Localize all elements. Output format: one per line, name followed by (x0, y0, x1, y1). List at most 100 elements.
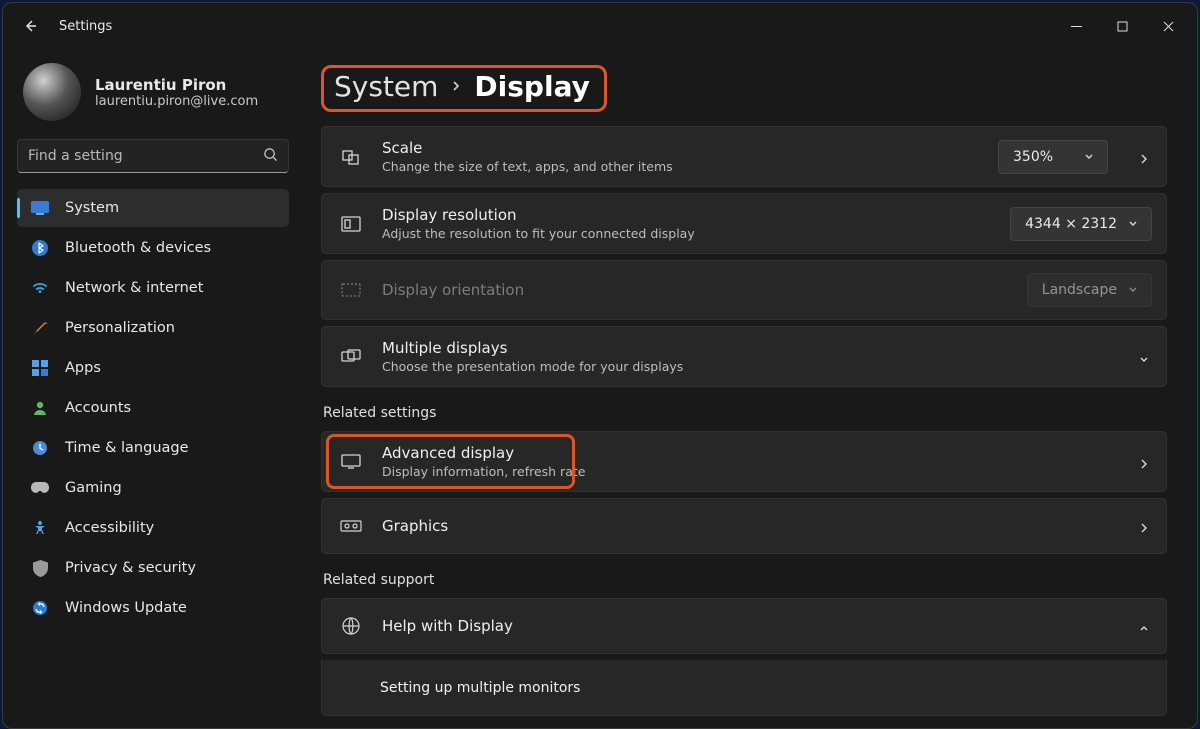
shield-icon (31, 559, 49, 577)
sidebar: Laurentiu Piron laurentiu.piron@live.com… (3, 49, 303, 728)
nav-item-accounts[interactable]: Accounts (17, 389, 289, 427)
card-title: Help with Display (382, 617, 1118, 635)
person-icon (31, 399, 49, 417)
chevron-down-icon (1083, 150, 1097, 164)
apps-icon (31, 359, 49, 377)
select-value: Landscape (1042, 282, 1117, 298)
multiple-displays-icon (340, 349, 362, 365)
chevron-right-icon (450, 77, 462, 96)
minimize-button[interactable] (1053, 10, 1099, 42)
help-subitem-label: Setting up multiple monitors (380, 680, 1152, 696)
arrow-left-icon (23, 18, 39, 34)
nav-item-accessibility[interactable]: Accessibility (17, 509, 289, 547)
profile-block[interactable]: Laurentiu Piron laurentiu.piron@live.com (17, 59, 289, 129)
nav-item-apps[interactable]: Apps (17, 349, 289, 387)
nav-item-label: Time & language (65, 440, 189, 456)
card-desc: Change the size of text, apps, and other… (382, 159, 978, 174)
profile-name: Laurentiu Piron (95, 76, 258, 94)
card-scale[interactable]: Scale Change the size of text, apps, and… (321, 126, 1167, 187)
help-subitem[interactable]: Setting up multiple monitors (321, 660, 1167, 716)
orientation-select: Landscape (1027, 273, 1152, 307)
close-icon (1163, 21, 1174, 32)
nav-item-label: Gaming (65, 480, 122, 496)
gamepad-icon (31, 479, 49, 497)
nav-item-windows-update[interactable]: Windows Update (17, 589, 289, 627)
maximize-button[interactable] (1099, 10, 1145, 42)
card-orientation: Display orientation Landscape (321, 260, 1167, 320)
titlebar: Settings (3, 3, 1197, 49)
section-related-settings: Related settings (323, 405, 1167, 421)
select-value: 4344 × 2312 (1025, 216, 1117, 232)
nav-item-time-language[interactable]: Time & language (17, 429, 289, 467)
breadcrumb: System Display (321, 49, 1167, 126)
nav-item-gaming[interactable]: Gaming (17, 469, 289, 507)
minimize-icon (1071, 21, 1082, 32)
card-multiple-displays[interactable]: Multiple displays Choose the presentatio… (321, 326, 1167, 387)
nav-list: System Bluetooth & devices Network & int… (17, 189, 289, 627)
nav-item-label: Personalization (65, 320, 175, 336)
card-title: Graphics (382, 517, 1108, 535)
nav-item-label: Bluetooth & devices (65, 240, 211, 256)
nav-item-label: Apps (65, 360, 101, 376)
nav-item-label: Accessibility (65, 520, 154, 536)
update-icon (31, 599, 49, 617)
accessibility-icon (31, 519, 49, 537)
search-icon (263, 147, 278, 166)
select-value: 350% (1013, 149, 1053, 165)
profile-email: laurentiu.piron@live.com (95, 94, 258, 109)
chevron-down-icon (1127, 283, 1141, 297)
card-advanced-display[interactable]: Advanced display Display information, re… (321, 431, 1167, 492)
card-title: Multiple displays (382, 339, 1118, 357)
nav-item-label: Accounts (65, 400, 131, 416)
chevron-right-icon (1138, 519, 1152, 533)
card-desc: Adjust the resolution to fit your connec… (382, 226, 990, 241)
nav-item-bluetooth[interactable]: Bluetooth & devices (17, 229, 289, 267)
chevron-down-icon (1138, 350, 1152, 364)
nav-item-personalization[interactable]: Personalization (17, 309, 289, 347)
search-input[interactable] (28, 148, 255, 164)
section-related-support: Related support (323, 572, 1167, 588)
card-title: Scale (382, 139, 978, 157)
brush-icon (31, 319, 49, 337)
nav-item-label: Privacy & security (65, 560, 196, 576)
chevron-right-icon (1138, 150, 1152, 164)
main-content: System Display Scale Change the size of … (303, 49, 1197, 728)
card-graphics[interactable]: Graphics (321, 498, 1167, 554)
breadcrumb-current: Display (474, 70, 589, 103)
graphics-icon (340, 519, 362, 533)
card-title: Display resolution (382, 206, 990, 224)
chevron-up-icon (1138, 619, 1152, 633)
globe-help-icon (340, 616, 362, 636)
resolution-select[interactable]: 4344 × 2312 (1010, 207, 1152, 241)
nav-item-privacy[interactable]: Privacy & security (17, 549, 289, 587)
maximize-icon (1117, 21, 1128, 32)
nav-item-network[interactable]: Network & internet (17, 269, 289, 307)
avatar (23, 63, 81, 121)
resolution-icon (340, 216, 362, 232)
breadcrumb-parent[interactable]: System (334, 70, 438, 103)
system-icon (31, 199, 49, 217)
window-title: Settings (59, 19, 112, 34)
orientation-icon (340, 283, 362, 297)
card-title: Display orientation (382, 281, 1007, 299)
nav-item-label: Network & internet (65, 280, 203, 296)
settings-window: Settings Laurentiu Piron laurentiu.piron… (2, 2, 1198, 729)
nav-item-system[interactable]: System (17, 189, 289, 227)
breadcrumb-highlight: System Display (321, 65, 607, 112)
back-button[interactable] (17, 12, 45, 40)
settings-cards: Scale Change the size of text, apps, and… (321, 126, 1167, 387)
bluetooth-icon (31, 239, 49, 257)
search-box[interactable] (17, 139, 289, 173)
scale-select[interactable]: 350% (998, 140, 1108, 174)
scale-icon (340, 147, 362, 167)
card-help-display[interactable]: Help with Display (321, 598, 1167, 654)
wifi-icon (31, 279, 49, 297)
clock-icon (31, 439, 49, 457)
chevron-down-icon (1127, 217, 1141, 231)
highlight-advanced-display (328, 436, 573, 487)
card-desc: Choose the presentation mode for your di… (382, 359, 1118, 374)
chevron-right-icon (1138, 455, 1152, 469)
close-button[interactable] (1145, 10, 1191, 42)
nav-item-label: Windows Update (65, 600, 187, 616)
card-resolution[interactable]: Display resolution Adjust the resolution… (321, 193, 1167, 254)
